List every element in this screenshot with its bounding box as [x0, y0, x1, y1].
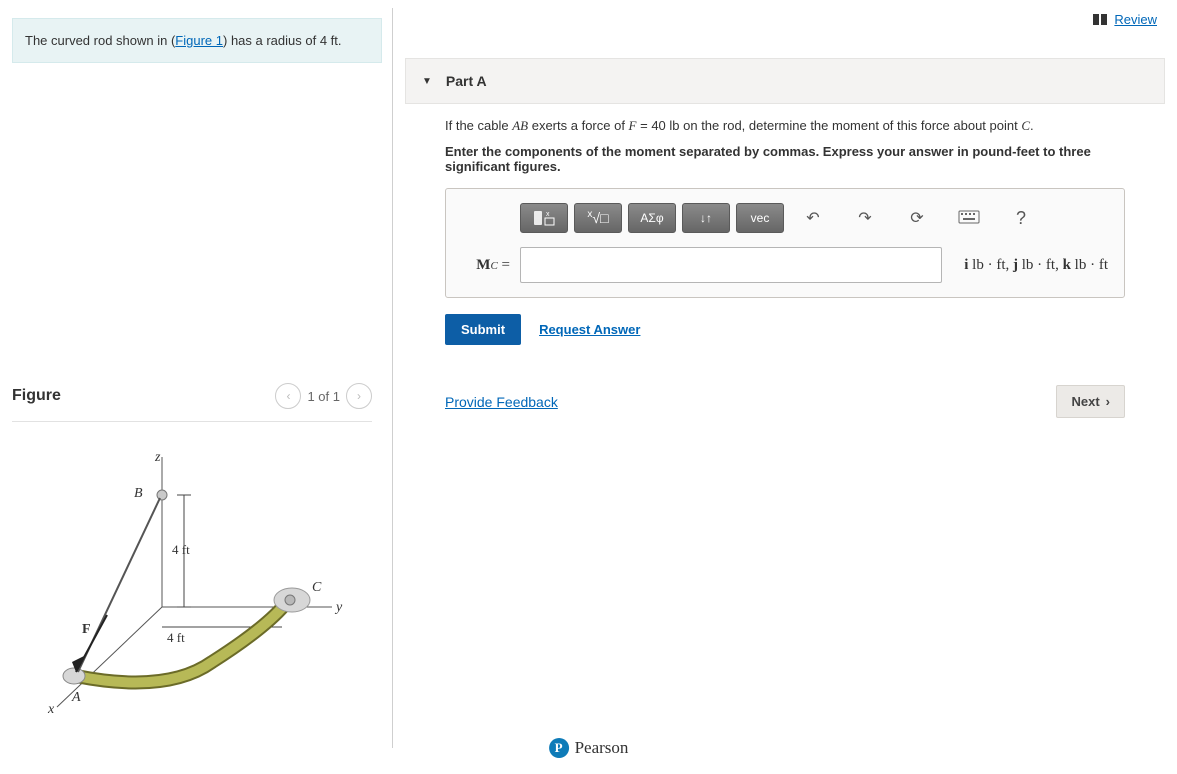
- point-a-label: A: [72, 690, 81, 706]
- chevron-down-icon: ▼: [422, 76, 432, 87]
- chevron-right-icon: ›: [1106, 394, 1110, 409]
- arrows-button[interactable]: ↓↑: [682, 203, 730, 233]
- divider: [12, 421, 372, 422]
- point-b-label: B: [134, 486, 143, 502]
- help-button[interactable]: ?: [998, 204, 1044, 232]
- intro-text-after: ) has a radius of 4 ft.: [223, 33, 342, 48]
- reset-button[interactable]: ⟳: [894, 204, 940, 232]
- undo-button[interactable]: ↶: [790, 204, 836, 232]
- intro-text-before: The curved rod shown in (: [25, 33, 175, 48]
- brand-footer: P Pearson: [549, 738, 629, 758]
- next-button[interactable]: Next ›: [1056, 385, 1125, 418]
- answer-panel: x x√□ ΑΣφ ↓↑ vec ↶ ↷ ⟳: [445, 188, 1125, 298]
- keyboard-button[interactable]: [946, 204, 992, 232]
- figure-link[interactable]: Figure 1: [175, 33, 223, 48]
- question-text: If the cable AB exerts a force of F = 40…: [445, 118, 1125, 134]
- answer-instruction: Enter the components of the moment separ…: [445, 144, 1125, 174]
- next-label: Next: [1071, 394, 1099, 409]
- point-c-label: C: [312, 580, 321, 596]
- axis-x-label: x: [48, 702, 54, 718]
- redo-button[interactable]: ↷: [842, 204, 888, 232]
- template-button[interactable]: x: [520, 203, 568, 233]
- brand-name: Pearson: [575, 738, 629, 758]
- problem-intro: The curved rod shown in (Figure 1) has a…: [12, 18, 382, 63]
- request-answer-link[interactable]: Request Answer: [539, 322, 640, 337]
- dim-horizontal: 4 ft: [167, 630, 185, 646]
- part-header[interactable]: ▼ Part A: [405, 58, 1165, 104]
- keyboard-icon: [958, 210, 980, 227]
- vec-button[interactable]: vec: [736, 203, 784, 233]
- chevron-right-icon: ›: [357, 389, 361, 403]
- figure-page-indicator: 1 of 1: [307, 389, 340, 404]
- figure-next-button[interactable]: ›: [346, 383, 372, 409]
- sqrt-button[interactable]: x√□: [574, 203, 622, 233]
- answer-label: MC =: [462, 257, 510, 274]
- dim-vertical: 4 ft: [172, 542, 190, 558]
- force-label: F: [82, 622, 91, 638]
- axis-z-label: z: [155, 450, 160, 466]
- chevron-left-icon: ‹: [286, 389, 290, 403]
- part-title: Part A: [446, 73, 487, 89]
- sqrt-icon: x: [587, 209, 592, 220]
- submit-button[interactable]: Submit: [445, 314, 521, 345]
- figure-prev-button[interactable]: ‹: [275, 383, 301, 409]
- pearson-logo-icon: P: [549, 738, 569, 758]
- greek-button[interactable]: ΑΣφ: [628, 203, 676, 233]
- figure-title: Figure: [12, 387, 61, 405]
- provide-feedback-link[interactable]: Provide Feedback: [445, 394, 558, 410]
- axis-y-label: y: [336, 600, 342, 616]
- equation-toolbar: x x√□ ΑΣφ ↓↑ vec ↶ ↷ ⟳: [520, 203, 1108, 233]
- answer-input[interactable]: [520, 247, 942, 283]
- svg-text:x: x: [546, 211, 550, 218]
- answer-units: i lb · ft, j lb · ft, k lb · ft: [964, 257, 1108, 274]
- figure-diagram: z y x B C A F 4 ft 4 ft: [12, 432, 352, 732]
